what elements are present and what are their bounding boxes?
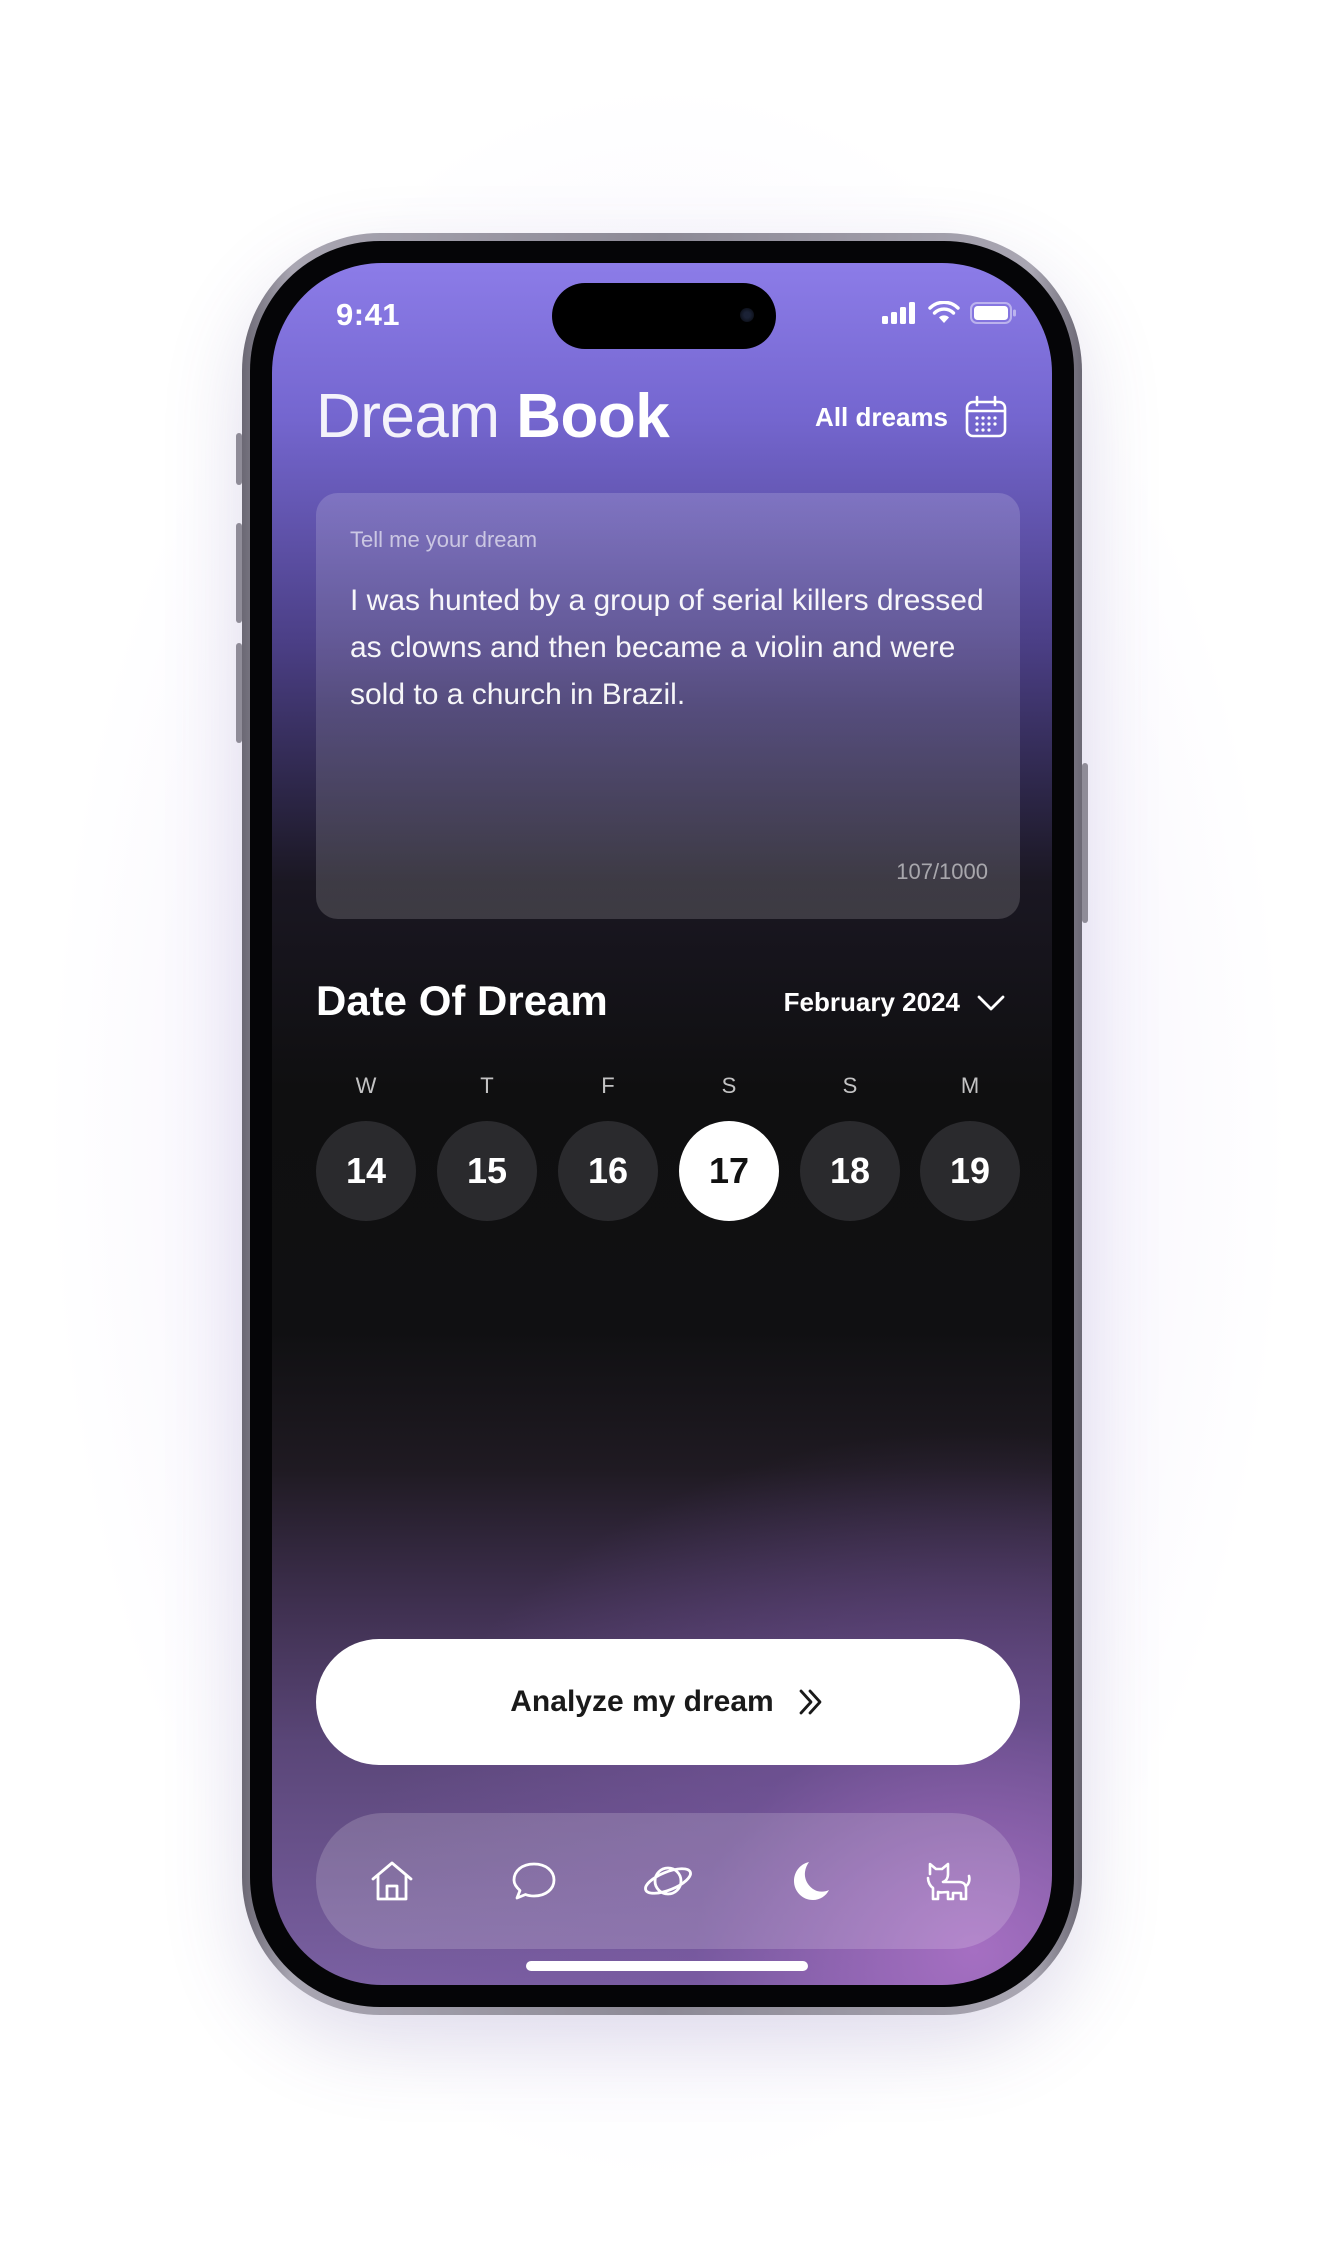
day-number: 17 [679,1121,779,1221]
chevron-down-icon [977,995,1005,1010]
analyze-dream-label: Analyze my dream [510,1685,774,1718]
dream-text-field[interactable]: I was hunted by a group of serial killer… [350,577,990,718]
month-dropdown[interactable]: February 2024 [784,987,1006,1018]
day-number: 14 [316,1121,416,1221]
character-counter: 107/1000 [896,859,988,884]
moon-icon [794,1862,829,1900]
day-item-selected[interactable]: S 17 [679,1073,779,1233]
chat-bubble-icon [512,1862,556,1900]
app-screen: 9:41 Dream Book All dreams Tell me your … [272,263,1052,1985]
day-item[interactable]: W 14 [316,1073,416,1233]
volume-down-button [236,643,242,743]
day-number: 18 [800,1121,900,1221]
double-chevron-right-icon [799,1689,822,1715]
volume-up-button [236,523,242,623]
tab-pet[interactable] [914,1849,978,1913]
dream-input-card[interactable]: Tell me your dream I was hunted by a gro… [316,493,1020,919]
tab-chat[interactable] [502,1849,566,1913]
day-letter: T [480,1073,494,1098]
all-dreams-link[interactable]: All dreams [815,395,1008,439]
month-dropdown-value: February 2024 [783,987,960,1017]
dynamic-island [552,283,776,349]
cellular-signal-icon [882,302,915,324]
canvas: 9:41 Dream Book All dreams Tell me your … [0,0,1335,2268]
page-title-part1: Dream [316,382,500,451]
home-indicator [526,1961,808,1971]
cat-icon [926,1862,971,1901]
home-icon [371,1861,413,1901]
day-letter: F [601,1073,615,1098]
day-number: 15 [437,1121,537,1221]
status-time: 9:41 [336,297,401,332]
calendar-icon [965,395,1007,438]
status-icons [882,301,1018,325]
silent-switch [236,433,242,485]
day-letter: S [842,1073,858,1098]
dream-input-label: Tell me your dream [350,527,538,552]
day-item[interactable]: M 19 [920,1073,1020,1233]
phone-frame: 9:41 Dream Book All dreams Tell me your … [236,233,1088,2015]
battery-icon [970,302,1016,324]
power-button [1082,763,1088,923]
all-dreams-label: All dreams [815,401,948,432]
tab-home[interactable] [360,1849,424,1913]
day-item[interactable]: T 15 [437,1073,537,1233]
tab-bar [316,1813,1020,1949]
planet-icon [644,1866,692,1896]
tab-planet[interactable] [636,1849,700,1913]
date-section-title: Date Of Dream [316,977,608,1024]
page-title: Dream Book [316,381,670,452]
day-item[interactable]: F 16 [558,1073,658,1233]
day-picker: W 14 T 15 F 16 S 17 S 18 M 19 [316,1073,1020,1233]
tab-dreams[interactable] [778,1849,842,1913]
day-number: 16 [558,1121,658,1221]
page-title-part2: Book [516,382,670,451]
wifi-icon [928,301,960,323]
day-letter: S [721,1073,737,1098]
analyze-dream-button[interactable]: Analyze my dream [316,1639,1020,1765]
day-item[interactable]: S 18 [800,1073,900,1233]
day-number: 19 [920,1121,1020,1221]
camera-icon [740,308,754,322]
day-letter: M [960,1073,980,1098]
day-letter: W [355,1073,377,1098]
